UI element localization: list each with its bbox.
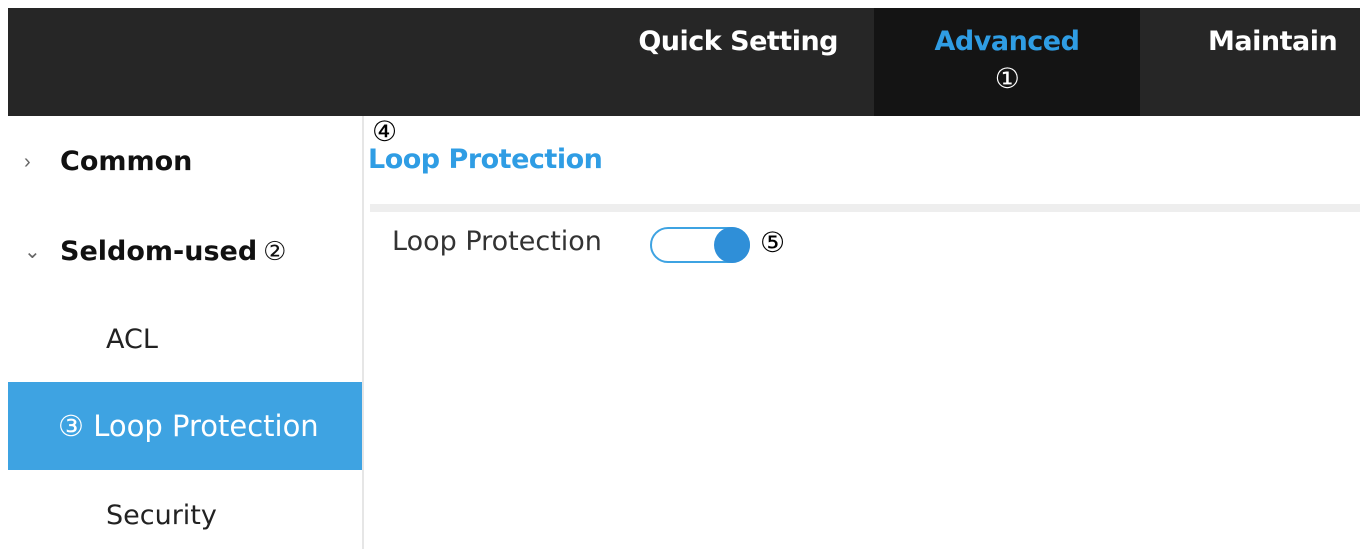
- sidebar-group-seldom-used[interactable]: ⌄ Seldom-used ②: [8, 212, 362, 292]
- top-navigation-bar: Quick Setting Advanced ① Maintain: [8, 8, 1360, 116]
- tab-quick-setting[interactable]: Quick Setting: [604, 8, 878, 116]
- tab-advanced[interactable]: Advanced ①: [874, 8, 1140, 116]
- callout-marker-2: ②: [263, 237, 287, 267]
- sidebar-group-text: Seldom-used: [60, 236, 258, 267]
- tab-maintain[interactable]: Maintain: [1138, 8, 1360, 116]
- callout-marker-5: ⑤: [760, 227, 786, 258]
- sidebar-item-text: Loop Protection: [93, 409, 319, 443]
- tab-quick-setting-label: Quick Setting: [638, 26, 838, 57]
- loop-protection-field-label: Loop Protection: [392, 226, 602, 257]
- sidebar-item-label: ACL: [106, 324, 158, 355]
- chevron-right-icon: ›: [24, 151, 31, 173]
- sidebar-item-loop-protection[interactable]: ③ Loop Protection: [8, 382, 362, 470]
- sidebar-item-label: Security: [106, 500, 217, 531]
- loop-protection-toggle[interactable]: [650, 227, 750, 263]
- sidebar-item-label: ③ Loop Protection: [58, 382, 319, 470]
- sidebar-group-label: Common: [60, 146, 193, 177]
- chevron-down-icon: ⌄: [24, 241, 41, 263]
- sidebar: › Common ⌄ Seldom-used ② ACL ③ Loop Prote…: [8, 116, 364, 549]
- page-title: Loop Protection: [368, 144, 603, 175]
- tab-maintain-label: Maintain: [1208, 26, 1338, 57]
- sidebar-group-common[interactable]: › Common: [8, 122, 362, 202]
- sidebar-item-acl[interactable]: ACL: [8, 300, 362, 380]
- sidebar-item-security[interactable]: Security: [8, 476, 362, 549]
- callout-marker-1: ①: [994, 62, 1020, 95]
- callout-marker-4: ④: [372, 116, 398, 147]
- toggle-knob[interactable]: [714, 227, 750, 263]
- sidebar-group-label: Seldom-used ②: [60, 212, 286, 292]
- section-divider: [370, 204, 1360, 212]
- callout-marker-3: ③: [58, 409, 84, 443]
- tab-advanced-label: Advanced: [934, 26, 1080, 57]
